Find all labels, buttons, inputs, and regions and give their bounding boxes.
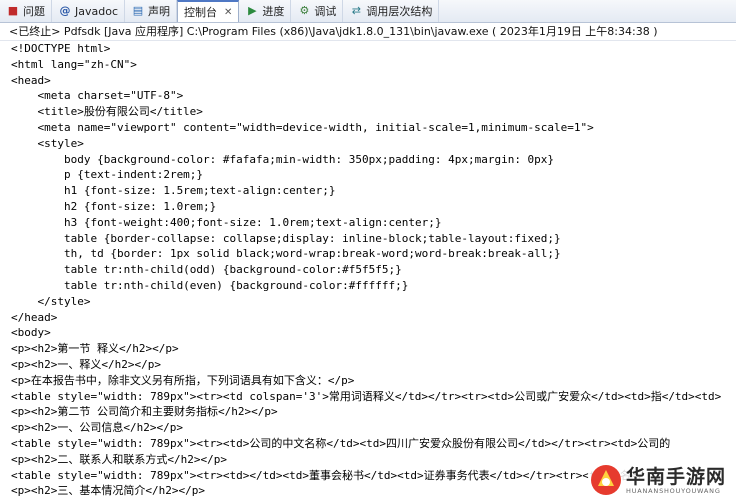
- problems-icon: ■: [7, 4, 19, 17]
- view-tab-bar: ■问题@Javadoc▤声明▣控制台✕▶进度⚙调试⇄调用层次结构: [0, 0, 736, 501]
- javadoc-icon: @: [59, 4, 71, 17]
- console-line: h2 {font-size: 1.0rem;}: [11, 199, 217, 213]
- console-line: <html lang="zh-CN">: [11, 57, 137, 71]
- watermark-title: 华南手游网: [626, 466, 727, 488]
- console-line: <meta charset="UTF-8">: [11, 89, 184, 103]
- tab-label: 调试: [314, 5, 337, 18]
- tab-label: 控制台: [184, 6, 217, 19]
- console-line: </head>: [11, 310, 58, 324]
- declaration-icon: ▤: [132, 4, 144, 17]
- tab-declaration[interactable]: ▤ 声明: [125, 0, 177, 22]
- console-line: <table style="width: 789px"><tr><td cols…: [11, 389, 722, 403]
- console-line: <p><h2>第二节 公司简介和主要财务指标</h2></p>: [11, 405, 278, 419]
- console-line: table tr:nth-child(even) {background-col…: [11, 278, 409, 292]
- tab-progress[interactable]: ▶ 进度: [239, 0, 292, 22]
- console-line: <style>: [11, 136, 84, 150]
- close-tab-icon[interactable]: ✕: [224, 7, 232, 18]
- console-line: <body>: [11, 326, 51, 340]
- console-line: h1 {font-size: 1.5rem;text-align:center;…: [11, 184, 336, 198]
- tab-label: 调用层次结构: [366, 5, 433, 18]
- console-line: <title>股份有限公司</title>: [11, 105, 203, 119]
- debug-icon: ⚙: [299, 4, 310, 17]
- console-line: <meta name="viewport" content="width=dev…: [11, 120, 594, 134]
- console-line: h3 {font-weight:400;font-size: 1.0rem;te…: [11, 215, 442, 229]
- console-line: <p><h2>一、公司信息</h2></p>: [11, 421, 183, 435]
- console-line: th, td {border: 1px solid black;word-wra…: [11, 247, 561, 261]
- console-line: table {border-collapse: collapse;display…: [11, 231, 561, 245]
- progress-icon: ▶: [248, 4, 257, 17]
- site-watermark: 华南手游网 HUANANSHOUYOUWANG: [588, 462, 736, 500]
- console-line: body {background-color: #fafafa;min-widt…: [11, 152, 555, 166]
- console-line: <table style="width: 789px"><tr><td>公司的中…: [11, 436, 671, 450]
- tab-label: 问题: [23, 5, 45, 18]
- watermark-subtitle: HUANANSHOUYOUWANG: [626, 487, 721, 495]
- tab-javadoc[interactable]: @ Javadoc: [52, 0, 125, 22]
- console-line: </style>: [11, 294, 91, 308]
- tab-problems[interactable]: ■ 问题: [0, 0, 52, 22]
- tab-call-hierarchy[interactable]: ⇄ 调用层次结构: [343, 0, 440, 22]
- console-line: p {text-indent:2rem;}: [11, 168, 204, 182]
- tab-label: 进度: [262, 5, 285, 18]
- console-line: <!DOCTYPE html>: [11, 42, 111, 55]
- tab-label: Javadoc: [75, 4, 118, 18]
- tab-label: 声明: [148, 5, 170, 18]
- console-line: <p><h2>第一节 释义</h2></p>: [11, 342, 179, 356]
- console-line: <p>在本报告书中，除非文义另有所指，下列词语具有如下含义：</p>: [11, 373, 355, 387]
- console-line: <head>: [11, 73, 51, 87]
- console-status-line: <已终止> Pdfsdk [Java 应用程序] C:\Program File…: [0, 23, 736, 40]
- tab-debug[interactable]: ⚙ 调试: [291, 0, 344, 22]
- tab-console[interactable]: ▣控制台✕: [0, 0, 736, 501]
- call-hierarchy-icon: ⇄: [351, 4, 361, 17]
- console-output[interactable]: <!DOCTYPE html> <html lang="zh-CN"> <head>…: [0, 40, 736, 501]
- console-line: <p><h2>一、释义</h2></p>: [11, 357, 161, 371]
- console-line: table tr:nth-child(odd) {background-colo…: [11, 263, 402, 277]
- watermark-logo-icon: [591, 465, 621, 495]
